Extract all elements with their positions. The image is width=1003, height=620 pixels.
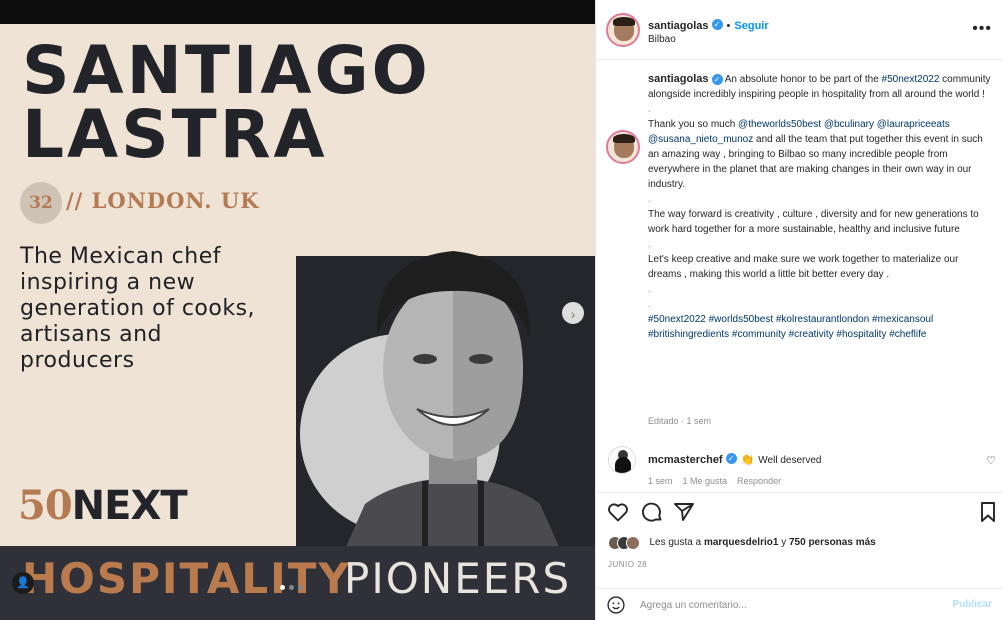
- comment-row: mcmasterchef ✓ 👏 Well deserved: [648, 450, 821, 468]
- post-header: santiagolas ✓ • Seguir Bilbao •••: [596, 0, 1003, 60]
- poster-tagline-line: artisans and: [20, 322, 162, 347]
- comment-like-heart-icon[interactable]: ♡: [986, 454, 996, 467]
- verified-badge-icon: ✓: [711, 73, 723, 85]
- author-username[interactable]: santiagolas: [648, 20, 709, 32]
- poster-name-first: SANTIAGO: [22, 32, 431, 109]
- logo-word: NEXT: [71, 483, 188, 529]
- post-date: JUNIO 28: [608, 560, 648, 569]
- poster-tagline: The Mexican chef inspiring a new generat…: [20, 244, 320, 374]
- commenter-avatar[interactable]: [608, 446, 636, 474]
- comment-meta: 1 sem 1 Me gusta Responder: [648, 476, 791, 486]
- comment-bubble-icon[interactable]: [640, 500, 664, 524]
- caption-thanks: Thank you so much @theworlds50best @bcul…: [648, 117, 993, 192]
- carousel-dots: [280, 585, 303, 590]
- mention-link[interactable]: @susana_nieto_munoz: [648, 134, 753, 145]
- poster-banner-right: PIONEERS: [344, 554, 572, 603]
- poster-image: SANTIAGO LASTRA 32 // LONDON. UK The Mex…: [0, 24, 595, 620]
- caption-keep: Let's keep creative and make sure we wor…: [648, 254, 959, 280]
- caption-hashtags[interactable]: #50next2022 #worlds50best #kolrestaurant…: [648, 312, 993, 342]
- chef-portrait: [345, 251, 560, 549]
- comments-area[interactable]: santiagolas ✓ An absolute honor to be par…: [596, 60, 1003, 492]
- caption-intro: santiagolas ✓ An absolute honor to be par…: [648, 72, 993, 102]
- poster-tagline-line: producers: [20, 348, 135, 373]
- likes-prefix: Les gusta a: [649, 537, 704, 549]
- 50next-logo: 50NEXT: [18, 482, 188, 529]
- more-options-icon[interactable]: •••: [972, 20, 992, 38]
- save-bookmark-icon[interactable]: [976, 500, 1000, 524]
- post-media[interactable]: SANTIAGO LASTRA 32 // LONDON. UK The Mex…: [0, 0, 595, 620]
- share-paper-plane-icon[interactable]: [672, 500, 696, 524]
- avatar-hair: [613, 134, 635, 143]
- caption-forward: The way forward is creativity , culture …: [648, 209, 979, 235]
- likes-summary: Les gusta a marquesdelrio1 y 750 persona…: [608, 534, 998, 554]
- liker-username[interactable]: marquesdelrio1: [704, 537, 778, 548]
- liker-avatar[interactable]: [626, 535, 640, 550]
- caption-text: Thank you so much: [648, 119, 739, 130]
- comment-likes-count[interactable]: 1 Me gusta: [683, 476, 728, 486]
- caption-separator: .: [648, 194, 651, 205]
- emoji-picker-icon[interactable]: [606, 595, 626, 615]
- hashtag-link[interactable]: #50next2022: [882, 74, 940, 85]
- follow-button[interactable]: Seguir: [734, 20, 768, 32]
- logo-number: 50: [18, 482, 73, 529]
- user-tag-icon[interactable]: 👤: [12, 572, 34, 594]
- likes-conjunction: y: [778, 537, 789, 549]
- likes-text: Les gusta a marquesdelrio1 y 750 persona…: [649, 537, 875, 548]
- carousel-dot: [289, 585, 294, 590]
- poster-tagline-line: generation of cooks,: [20, 296, 256, 321]
- likes-count[interactable]: 750 personas más: [789, 537, 876, 548]
- caption-text: An absolute honor to be part of the: [722, 74, 882, 85]
- publish-button[interactable]: Publicar: [953, 599, 992, 610]
- caption-separator: .: [648, 284, 651, 295]
- avatar-hair: [613, 17, 635, 26]
- poster-name-last: LASTRA: [22, 96, 328, 173]
- caption-meta: Editado · 1 sem: [648, 416, 712, 426]
- poster-number-badge: 32: [20, 182, 62, 224]
- post-actions-bar: [596, 492, 1003, 528]
- caption-separator: .: [648, 299, 651, 310]
- header-user-row: santiagolas ✓ • Seguir: [648, 16, 769, 34]
- post-caption: santiagolas ✓ An absolute honor to be par…: [648, 72, 993, 342]
- mention-link[interactable]: @bculinary: [824, 119, 874, 130]
- comment-input[interactable]: [640, 596, 940, 614]
- carousel-next-button[interactable]: ›: [562, 302, 584, 324]
- reply-button[interactable]: Responder: [737, 476, 781, 486]
- caption-separator: .: [648, 104, 651, 115]
- like-heart-icon[interactable]: [606, 500, 630, 524]
- comment-item: mcmasterchef ✓ 👏 Well deserved ♡ 1 sem 1 Me …: [596, 442, 1003, 492]
- caption-author-avatar[interactable]: [606, 130, 640, 164]
- poster-tagline-line: inspiring a new: [20, 270, 196, 295]
- caption-username[interactable]: santiagolas: [648, 73, 709, 85]
- carousel-dot: [298, 585, 303, 590]
- avatar-body: [615, 457, 631, 473]
- mention-link[interactable]: @theworlds50best: [738, 119, 821, 130]
- author-avatar[interactable]: [606, 13, 640, 47]
- post-location[interactable]: Bilbao: [648, 34, 676, 45]
- comment-text: Well deserved: [758, 455, 822, 466]
- verified-badge-icon: ✓: [725, 453, 737, 465]
- mention-link[interactable]: @laurapriceeats: [877, 119, 950, 130]
- comment-time: 1 sem: [648, 476, 673, 486]
- dot-separator: •: [726, 20, 731, 32]
- poster-banner-left: HOSPITALITY: [22, 554, 351, 603]
- carousel-dot: [280, 585, 285, 590]
- post-side-panel: santiagolas ✓ • Seguir Bilbao ••• santiagol…: [595, 0, 1003, 620]
- caption-separator: .: [648, 239, 651, 250]
- poster-tagline-line: The Mexican chef: [20, 244, 222, 269]
- clap-emoji-icon: 👏: [740, 454, 755, 466]
- add-comment-bar: Publicar: [596, 588, 1003, 620]
- poster-location: // LONDON. UK: [66, 188, 260, 213]
- commenter-username[interactable]: mcmasterchef: [648, 454, 723, 466]
- verified-badge-icon: ✓: [711, 19, 723, 31]
